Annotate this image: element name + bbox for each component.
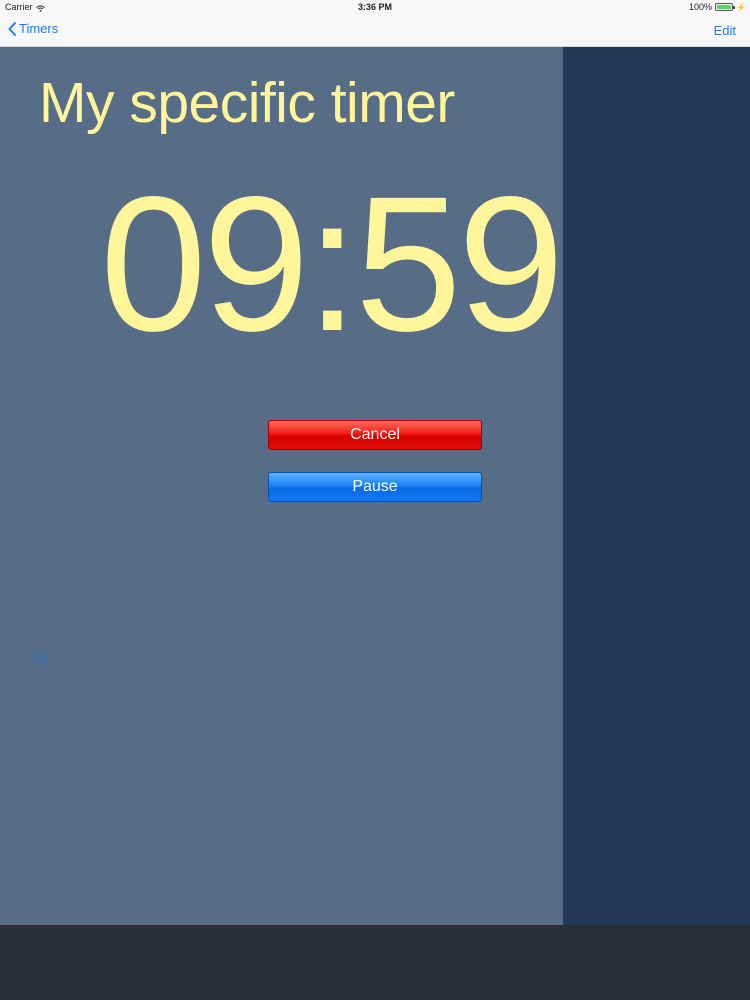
back-button[interactable]: Timers bbox=[8, 21, 58, 36]
status-time: 3:36 PM bbox=[357, 2, 392, 12]
battery-tip bbox=[733, 6, 736, 9]
bottom-strip bbox=[0, 925, 750, 1000]
status-right: 100% ⚡ bbox=[689, 2, 746, 12]
timer-countdown: 09:59 bbox=[100, 156, 564, 371]
charging-bolt-icon: ⚡ bbox=[736, 2, 746, 12]
battery-icon bbox=[715, 3, 736, 11]
battery-percent: 100% bbox=[689, 2, 713, 12]
timer-title: My specific timer bbox=[39, 71, 455, 135]
battery-fill bbox=[717, 5, 732, 9]
navigation-bar: Timers Edit bbox=[0, 14, 750, 47]
chevron-left-icon bbox=[8, 21, 16, 36]
back-label: Timers bbox=[19, 21, 59, 36]
edit-button[interactable]: Edit bbox=[714, 23, 736, 38]
pause-button[interactable]: Pause bbox=[268, 472, 482, 502]
cancel-button[interactable]: Cancel bbox=[268, 420, 482, 450]
status-bar: Carrier 3:36 PM 100% ⚡ bbox=[0, 0, 750, 14]
indicator-dot bbox=[33, 651, 47, 665]
